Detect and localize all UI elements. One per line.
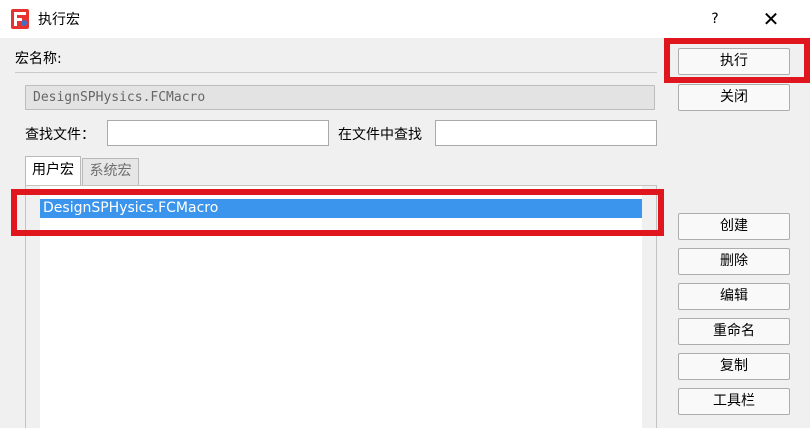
find-in-files-input[interactable] xyxy=(435,120,657,146)
macro-name-field[interactable]: DesignSPHysics.FCMacro xyxy=(25,85,655,110)
tab-system-macros[interactable]: 系统宏 xyxy=(82,158,139,186)
window-title: 执行宏 xyxy=(38,12,80,28)
toolbar-button[interactable]: 工具栏 xyxy=(678,388,790,415)
edit-button[interactable]: 编辑 xyxy=(678,283,790,310)
tab-user-macros[interactable]: 用户宏 xyxy=(25,156,81,186)
window-close-button[interactable]: ✕ xyxy=(757,6,785,32)
title-bar: 执行宏 ? ✕ xyxy=(0,0,810,38)
delete-button[interactable]: 删除 xyxy=(678,248,790,275)
duplicate-button[interactable]: 复制 xyxy=(678,353,790,380)
rename-button[interactable]: 重命名 xyxy=(678,318,790,345)
macro-name-label: 宏名称: xyxy=(15,51,62,67)
highlight-box-macro-item xyxy=(11,189,664,236)
create-button[interactable]: 创建 xyxy=(678,213,790,240)
freecad-app-icon xyxy=(11,9,29,29)
find-file-input[interactable] xyxy=(107,120,329,146)
close-button[interactable]: 关闭 xyxy=(678,84,790,111)
divider xyxy=(15,72,657,73)
find-in-files-label: 在文件中查找 xyxy=(338,127,422,143)
help-button[interactable]: ? xyxy=(702,6,728,32)
find-file-label: 查找文件： xyxy=(25,127,95,143)
highlight-box-execute xyxy=(664,38,810,83)
